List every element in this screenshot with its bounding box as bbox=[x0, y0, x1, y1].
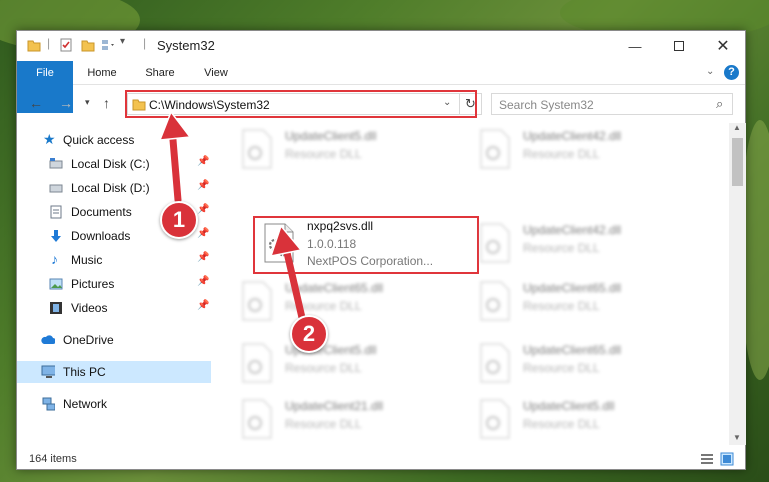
arrow-2-icon bbox=[269, 224, 307, 326]
tutorial-overlay bbox=[158, 110, 307, 326]
callout-step-1: 1 bbox=[160, 201, 198, 239]
arrow-1-icon bbox=[158, 110, 192, 204]
callout-step-2: 2 bbox=[290, 315, 328, 353]
